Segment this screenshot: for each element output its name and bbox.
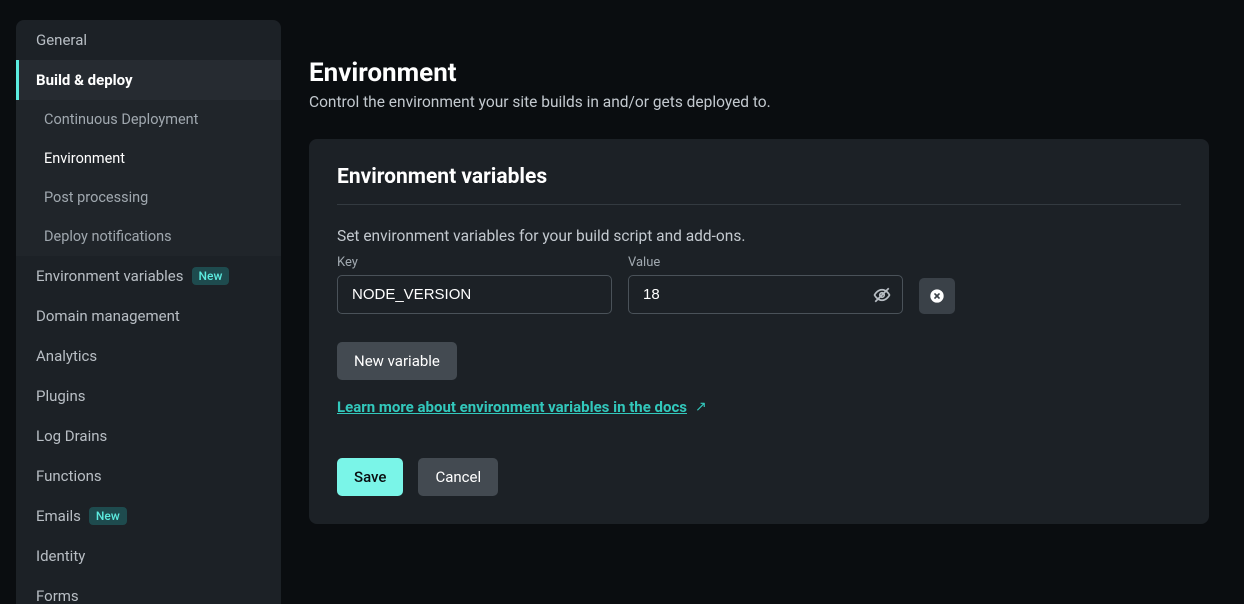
value-input[interactable] xyxy=(628,275,903,314)
sidebar-item-domain-management[interactable]: Domain management xyxy=(16,296,281,336)
page-title: Environment xyxy=(309,58,1209,88)
sidebar-item-identity[interactable]: Identity xyxy=(16,536,281,576)
new-variable-button[interactable]: New variable xyxy=(337,342,457,380)
environment-variables-card: Environment variables Set environment va… xyxy=(309,139,1209,524)
value-field-group: Value xyxy=(628,255,903,314)
sidebar-item-functions[interactable]: Functions xyxy=(16,456,281,496)
new-badge: New xyxy=(89,507,127,525)
sidebar-item-forms[interactable]: Forms xyxy=(16,576,281,604)
sidebar-item-analytics[interactable]: Analytics xyxy=(16,336,281,376)
sidebar-item-log-drains[interactable]: Log Drains xyxy=(16,416,281,456)
page-subtitle: Control the environment your site builds… xyxy=(309,93,1209,111)
key-label: Key xyxy=(337,255,612,270)
key-input[interactable] xyxy=(337,275,612,314)
new-badge: New xyxy=(192,267,230,285)
visibility-toggle-icon[interactable] xyxy=(873,286,891,304)
sidebar-item-environment-variables[interactable]: Environment variables New xyxy=(16,256,281,296)
external-link-icon: ↗ xyxy=(695,399,707,415)
sidebar-item-deploy-notifications[interactable]: Deploy notifications xyxy=(16,217,281,256)
sidebar-item-emails[interactable]: Emails New xyxy=(16,496,281,536)
key-field-group: Key xyxy=(337,255,612,314)
sidebar-item-plugins[interactable]: Plugins xyxy=(16,376,281,416)
variable-row: Key Value xyxy=(337,255,1181,314)
card-description: Set environment variables for your build… xyxy=(337,227,1181,245)
sidebar-item-continuous-deployment[interactable]: Continuous Deployment xyxy=(16,100,281,139)
sidebar-item-build-deploy[interactable]: Build & deploy xyxy=(16,60,281,100)
save-button[interactable]: Save xyxy=(337,458,403,496)
card-title: Environment variables xyxy=(337,165,1181,205)
sidebar-item-general[interactable]: General xyxy=(16,20,281,60)
sidebar-item-post-processing[interactable]: Post processing xyxy=(16,178,281,217)
cancel-button[interactable]: Cancel xyxy=(418,458,498,496)
settings-sidebar: General Build & deploy Continuous Deploy… xyxy=(16,20,281,604)
remove-variable-button[interactable] xyxy=(919,278,955,314)
docs-link[interactable]: Learn more about environment variables i… xyxy=(337,398,687,416)
remove-icon xyxy=(929,288,945,304)
main-content: Environment Control the environment your… xyxy=(281,0,1244,604)
value-label: Value xyxy=(628,255,903,270)
sidebar-item-environment[interactable]: Environment xyxy=(16,139,281,178)
